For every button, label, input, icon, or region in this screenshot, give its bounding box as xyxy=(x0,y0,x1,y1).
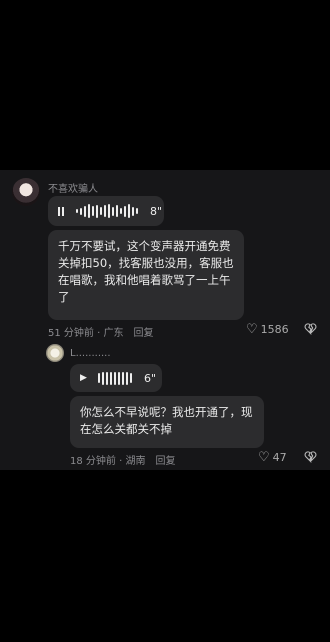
comment-time: 51 分钟前 xyxy=(48,328,94,339)
voice-duration: 8" xyxy=(150,204,163,218)
play-icon[interactable]: ▶ xyxy=(80,373,92,383)
comment-text-bubble[interactable]: 你怎么不早说呢？我也开通了，现在怎么关都关不掉 xyxy=(70,396,264,448)
like-button[interactable]: ♡ 1586 xyxy=(246,322,289,337)
broken-heart-icon[interactable] xyxy=(304,450,317,466)
waveform-icon xyxy=(98,371,132,385)
like-count: 1586 xyxy=(260,323,289,336)
heart-outline-icon: ♡ xyxy=(246,322,258,337)
comment-time: 18 分钟前 xyxy=(70,456,116,467)
like-count: 47 xyxy=(272,451,287,464)
comment-text-bubble[interactable]: 千万不要试，这个变声器开通免费关掉扣50，找客服也没用，客服也在唱歌，我和他唱着… xyxy=(48,230,244,320)
heart-outline-icon: ♡ xyxy=(258,450,270,465)
voice-message[interactable]: 8" xyxy=(48,196,164,226)
comment-text: 你怎么不早说呢？我也开通了，现在怎么关都关不掉 xyxy=(80,405,253,436)
comment-location: 广东 xyxy=(103,328,124,339)
voice-message[interactable]: ▶ 6" xyxy=(70,364,162,392)
comment-meta: 51 分钟前 · 广东 回复 xyxy=(48,324,153,339)
username[interactable]: L........... xyxy=(70,348,111,359)
comment-location: 湖南 xyxy=(125,456,146,467)
username[interactable]: 不喜欢骗人 xyxy=(48,180,98,195)
avatar[interactable] xyxy=(46,344,64,362)
broken-heart-icon[interactable] xyxy=(304,322,317,338)
voice-duration: 6" xyxy=(144,371,157,385)
reply-button[interactable]: 回复 xyxy=(155,452,175,467)
avatar[interactable] xyxy=(12,178,40,206)
comment-meta: 18 分钟前 · 湖南 回复 xyxy=(70,452,175,467)
reply-button[interactable]: 回复 xyxy=(133,324,153,339)
comment-text: 千万不要试，这个变声器开通免费关掉扣50，找客服也没用，客服也在唱歌，我和他唱着… xyxy=(58,239,234,304)
like-button[interactable]: ♡ 47 xyxy=(258,450,287,465)
pause-icon[interactable] xyxy=(58,206,70,216)
waveform-icon xyxy=(76,204,138,218)
